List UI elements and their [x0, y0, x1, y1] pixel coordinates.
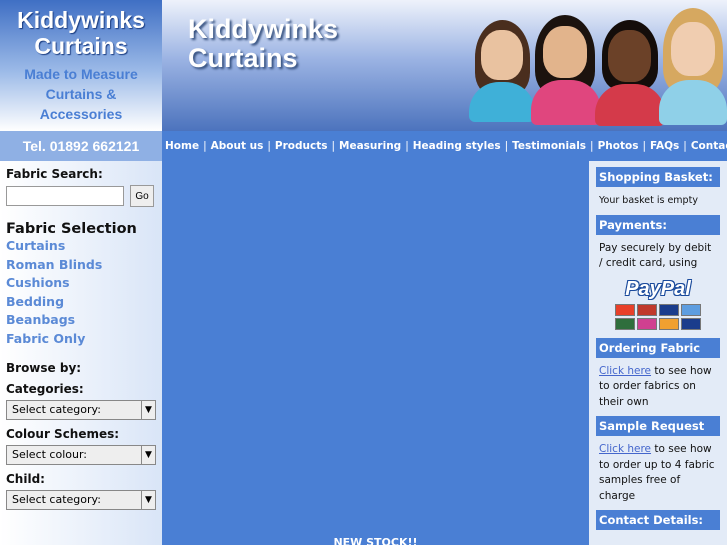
fabric-search-label: Fabric Search: — [6, 167, 103, 181]
fabric-selection-heading: Fabric Selection — [6, 221, 137, 237]
nav-heading-styles[interactable]: Heading styles — [413, 140, 501, 152]
contact-details-heading: Contact Details: — [596, 510, 720, 530]
new-stock-banner: NEW STOCK!! — [333, 536, 418, 545]
ordering-fabric-text: Click here to see how to order fabrics o… — [596, 358, 720, 417]
colour-select-value: Select colour: — [12, 447, 88, 461]
nav-home[interactable]: Home — [165, 140, 199, 152]
brand-line2: Curtains — [34, 33, 128, 59]
browse-by-heading: Browse by: — [6, 360, 82, 375]
brand-tagline: Made to Measure Curtains & Accessories — [0, 64, 162, 124]
categories-select-value: Select category: — [12, 402, 101, 416]
basket-status: Your basket is empty — [599, 195, 698, 206]
nav-separator: | — [331, 140, 336, 152]
child-select[interactable]: Select category: ▼ — [6, 489, 156, 510]
categories-label: Categories: — [6, 381, 84, 396]
nav-separator: | — [642, 140, 647, 152]
nav-separator: | — [203, 140, 207, 152]
dropdown-arrow-icon[interactable]: ▼ — [141, 490, 155, 509]
banner-title: Kiddywinks Curtains — [188, 15, 338, 73]
tagline-line2: Curtains & — [45, 86, 117, 102]
nav-separator: | — [405, 140, 409, 152]
colour-select[interactable]: Select colour: ▼ — [6, 444, 156, 465]
children-photo — [467, 0, 727, 131]
fabric-link-beanbags[interactable]: Beanbags — [6, 311, 156, 330]
nav-contact-us[interactable]: Contact us — [691, 140, 727, 152]
payments-heading: Payments: — [596, 214, 720, 235]
tagline-line1: Made to Measure — [24, 66, 138, 82]
fabric-link-curtains[interactable]: Curtains — [6, 237, 156, 256]
sample-click-here-link[interactable]: Click here — [599, 443, 651, 455]
visa-icon — [659, 303, 679, 316]
paypal-logo: PayPal — [625, 277, 691, 300]
nav-separator: | — [504, 140, 509, 152]
nav-separator: | — [590, 140, 594, 152]
banner-title-line2: Curtains — [188, 43, 298, 73]
fabric-link-bedding[interactable]: Bedding — [6, 293, 156, 312]
nav-testimonials[interactable]: Testimonials — [512, 140, 586, 152]
fabric-search-form: Go — [6, 185, 156, 207]
child-select-value: Select category: — [12, 492, 101, 506]
tagline-line3: Accessories — [39, 106, 123, 122]
maestro-icon — [637, 303, 657, 316]
ordering-fabric-heading: Ordering Fabric — [596, 337, 720, 358]
main-nav: Home | About us | Products | Measuring | Heading… — [162, 131, 727, 161]
switch-icon — [615, 317, 635, 330]
delta-icon — [659, 317, 679, 330]
nav-separator: | — [683, 140, 687, 152]
fabric-link-fabric-only[interactable]: Fabric Only — [6, 330, 156, 349]
categories-select[interactable]: Select category: ▼ — [6, 399, 156, 420]
fabric-search-input[interactable] — [6, 186, 124, 206]
child-label: Child: — [6, 471, 45, 486]
colour-schemes-label: Colour Schemes: — [6, 426, 120, 441]
nav-photos[interactable]: Photos — [598, 140, 639, 152]
sample-request-text: Click here to see how to order up to 4 f… — [596, 436, 720, 510]
header-banner: Kiddywinks Curtains — [162, 0, 727, 131]
fabric-link-roman-blinds[interactable]: Roman Blinds — [6, 256, 156, 275]
nav-faqs[interactable]: FAQs — [650, 140, 679, 152]
left-sidebar: Fabric Search: Go Fabric Selection Curta… — [0, 161, 162, 545]
payments-text: Pay securely by debit / credit card, usi… — [599, 241, 712, 270]
ordering-click-here-link[interactable]: Click here — [599, 365, 651, 377]
visa-electron-icon — [681, 317, 701, 330]
nav-measuring[interactable]: Measuring — [339, 140, 401, 152]
sample-request-heading: Sample Request — [596, 416, 720, 436]
shopping-basket-heading: Shopping Basket: — [596, 167, 720, 187]
dropdown-arrow-icon[interactable]: ▼ — [141, 400, 155, 419]
solo-icon — [637, 317, 657, 330]
nav-products[interactable]: Products — [275, 140, 328, 152]
amex-icon — [681, 303, 701, 316]
brand-logo[interactable]: Kiddywinks Curtains Made to Measure Curt… — [0, 0, 162, 131]
dropdown-arrow-icon[interactable]: ▼ — [141, 445, 155, 464]
search-go-button[interactable]: Go — [130, 185, 154, 207]
main-content: NEW STOCK!! — [162, 161, 589, 545]
nav-separator: | — [267, 140, 271, 152]
banner-title-line1: Kiddywinks — [188, 14, 339, 44]
nav-about-us[interactable]: About us — [211, 140, 264, 152]
brand-line1: Kiddywinks — [17, 7, 145, 33]
fabric-link-cushions[interactable]: Cushions — [6, 274, 156, 293]
card-logos — [608, 303, 708, 330]
right-sidebar: Shopping Basket: Your basket is empty Pa… — [589, 161, 727, 545]
telephone-number: Tel. 01892 662121 — [0, 131, 162, 161]
mastercard-icon — [615, 303, 635, 316]
